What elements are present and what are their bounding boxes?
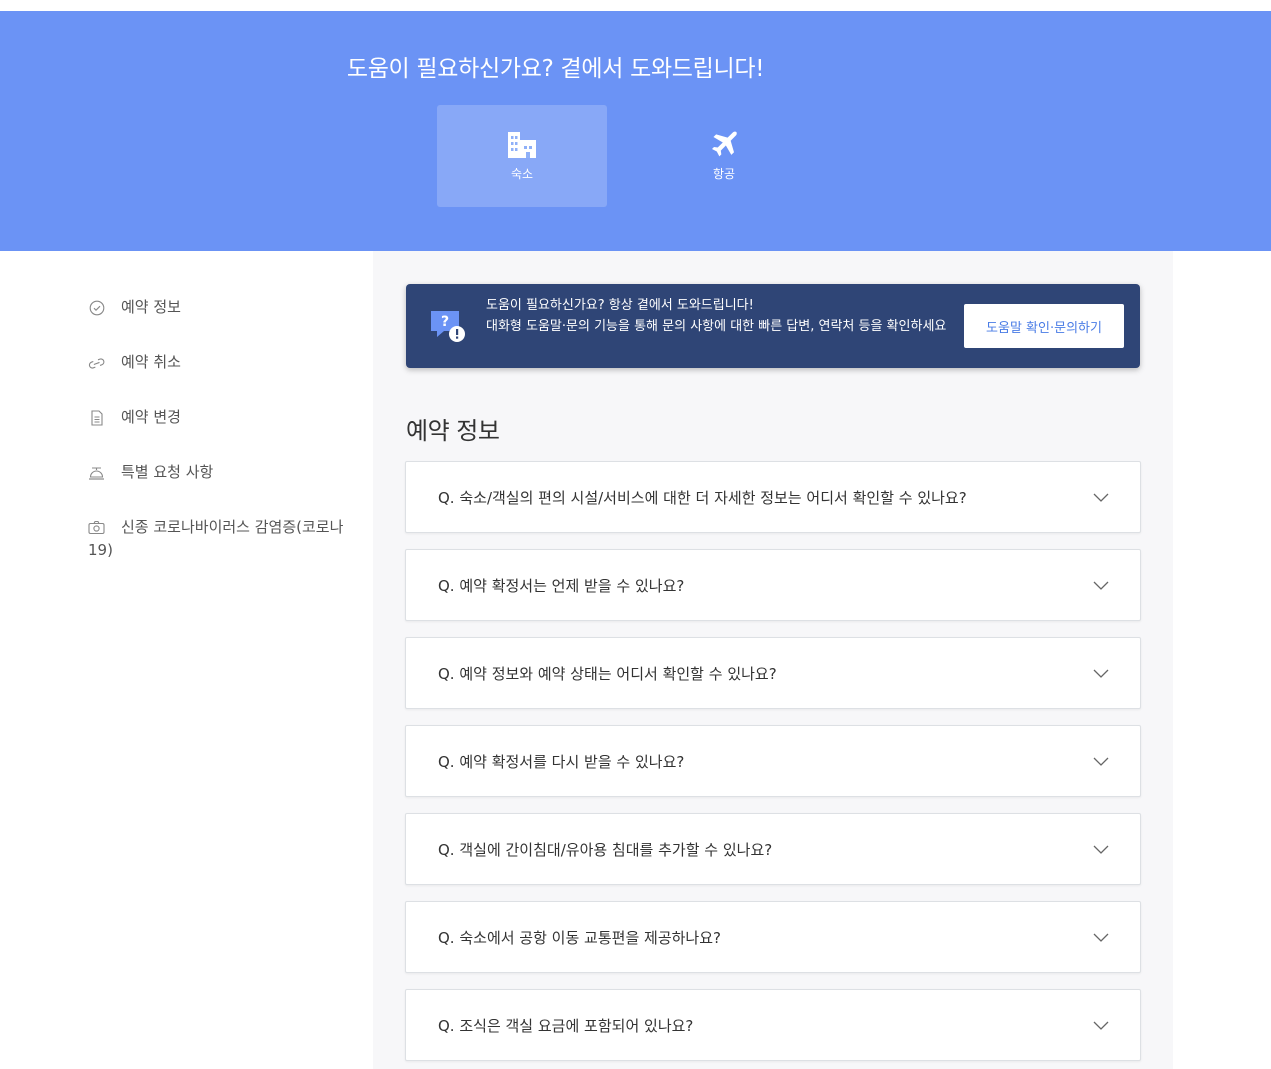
- banner-title: 도움이 필요하신가요? 항상 곁에서 도와드립니다!: [486, 298, 754, 313]
- chevron-down-icon: [1093, 845, 1109, 854]
- faq-question: Q. 예약 확정서는 언제 받을 수 있나요?: [438, 576, 685, 595]
- hotel-icon: [437, 129, 607, 161]
- sidebar-item-label: 예약 변경: [121, 408, 181, 426]
- svg-text:?: ?: [441, 314, 449, 330]
- bell-service-icon: [88, 461, 105, 484]
- sidebar: 예약 정보 예약 취소 예약 변경 특별 요청 사항 신종 코로나바이러스 감염…: [88, 296, 358, 594]
- tab-flight-label: 항공: [712, 167, 736, 181]
- check-circle-icon: [88, 296, 105, 319]
- top-strip: [0, 0, 1271, 11]
- sidebar-item-special-request[interactable]: 특별 요청 사항: [88, 461, 358, 484]
- faq-question: Q. 예약 정보와 예약 상태는 어디서 확인할 수 있나요?: [438, 664, 777, 683]
- faq-item[interactable]: Q. 숙소/객실의 편의 시설/서비스에 대한 더 자세한 정보는 어디서 확인…: [405, 461, 1141, 533]
- chevron-down-icon: [1093, 933, 1109, 942]
- help-banner: ? 도움이 필요하신가요? 항상 곁에서 도와드립니다! 대화형 도움말·문의 …: [406, 284, 1140, 368]
- sidebar-item-label: 예약 정보: [121, 298, 181, 316]
- main-content: ? 도움이 필요하신가요? 항상 곁에서 도와드립니다! 대화형 도움말·문의 …: [373, 251, 1173, 1069]
- faq-question: Q. 예약 확정서를 다시 받을 수 있나요?: [438, 752, 685, 771]
- help-contact-button[interactable]: 도움말 확인·문의하기: [964, 304, 1124, 348]
- sidebar-item-label: 특별 요청 사항: [121, 463, 214, 481]
- banner-description: 대화형 도움말·문의 기능을 통해 문의 사항에 대한 빠른 답변, 연락처 등…: [486, 319, 947, 334]
- faq-item[interactable]: Q. 예약 확정서는 언제 받을 수 있나요?: [405, 549, 1141, 621]
- tab-flight[interactable]: 항공: [639, 105, 809, 207]
- hero-title: 도움이 필요하신가요? 곁에서 도와드립니다!: [346, 56, 765, 82]
- airplane-icon: [639, 129, 809, 161]
- camera-icon: [88, 516, 105, 539]
- document-icon: [88, 406, 105, 429]
- faq-question: Q. 조식은 객실 요금에 포함되어 있나요?: [438, 1016, 694, 1035]
- sidebar-item-booking-info[interactable]: 예약 정보: [88, 296, 358, 319]
- faq-item[interactable]: Q. 객실에 간이침대/유아용 침대를 추가할 수 있나요?: [405, 813, 1141, 885]
- faq-question: Q. 숙소에서 공항 이동 교통편을 제공하나요?: [438, 928, 721, 947]
- faq-question: Q. 숙소/객실의 편의 시설/서비스에 대한 더 자세한 정보는 어디서 확인…: [438, 488, 967, 507]
- tab-hotel-label: 숙소: [510, 167, 534, 181]
- chevron-down-icon: [1093, 493, 1109, 502]
- chevron-down-icon: [1093, 669, 1109, 678]
- link-broken-icon: [88, 351, 105, 374]
- faq-item[interactable]: Q. 예약 확정서를 다시 받을 수 있나요?: [405, 725, 1141, 797]
- faq-question: Q. 객실에 간이침대/유아용 침대를 추가할 수 있나요?: [438, 840, 773, 859]
- chevron-down-icon: [1093, 757, 1109, 766]
- sidebar-item-label: 신종 코로나바이러스 감염증(코로나 19): [88, 518, 344, 559]
- faq-list: Q. 숙소/객실의 편의 시설/서비스에 대한 더 자세한 정보는 어디서 확인…: [405, 461, 1141, 1069]
- hero-header: 도움이 필요하신가요? 곁에서 도와드립니다! 숙소 항공: [0, 11, 1271, 251]
- sidebar-item-cancel[interactable]: 예약 취소: [88, 351, 358, 374]
- faq-item[interactable]: Q. 조식은 객실 요금에 포함되어 있나요?: [405, 989, 1141, 1061]
- sidebar-item-change[interactable]: 예약 변경: [88, 406, 358, 429]
- chevron-down-icon: [1093, 1021, 1109, 1030]
- chat-question-icon: ?: [428, 308, 468, 346]
- faq-item[interactable]: Q. 숙소에서 공항 이동 교통편을 제공하나요?: [405, 901, 1141, 973]
- tab-hotel[interactable]: 숙소: [437, 105, 607, 207]
- faq-item[interactable]: Q. 예약 정보와 예약 상태는 어디서 확인할 수 있나요?: [405, 637, 1141, 709]
- chevron-down-icon: [1093, 581, 1109, 590]
- sidebar-item-label: 예약 취소: [121, 353, 181, 371]
- sidebar-item-covid[interactable]: 신종 코로나바이러스 감염증(코로나 19): [88, 516, 358, 562]
- section-title: 예약 정보: [406, 417, 500, 445]
